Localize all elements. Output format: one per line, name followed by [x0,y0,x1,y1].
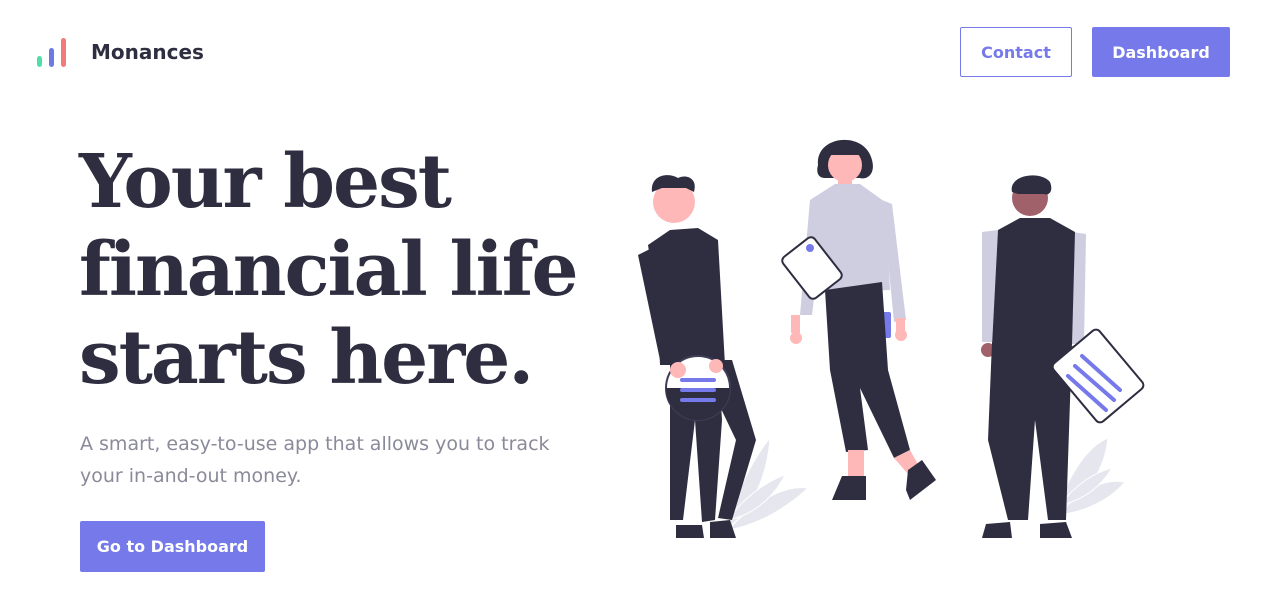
hero-title-line-3: starts here. [79,315,534,401]
hero-subtitle-line-2: your in-and-out money. [80,465,302,487]
hero-title-line-1: Your best [79,139,452,225]
hero-title: Your best financial life starts here. [79,138,599,402]
dashboard-button[interactable]: Dashboard [1092,27,1230,77]
person-center [781,139,936,500]
brand-name[interactable]: Monances [91,38,204,66]
hero-title-line-2: financial life [79,227,579,313]
bar-chart-icon [37,38,66,67]
person-left [638,175,756,538]
three-people-illustration [638,139,1145,538]
hero-subtitle: A smart, easy-to-use app that allows you… [80,428,560,492]
contact-button[interactable]: Contact [960,27,1072,77]
go-to-dashboard-button[interactable]: Go to Dashboard [80,521,265,572]
logo[interactable] [36,37,68,69]
hero-subtitle-line-1: A smart, easy-to-use app that allows you… [80,433,550,455]
